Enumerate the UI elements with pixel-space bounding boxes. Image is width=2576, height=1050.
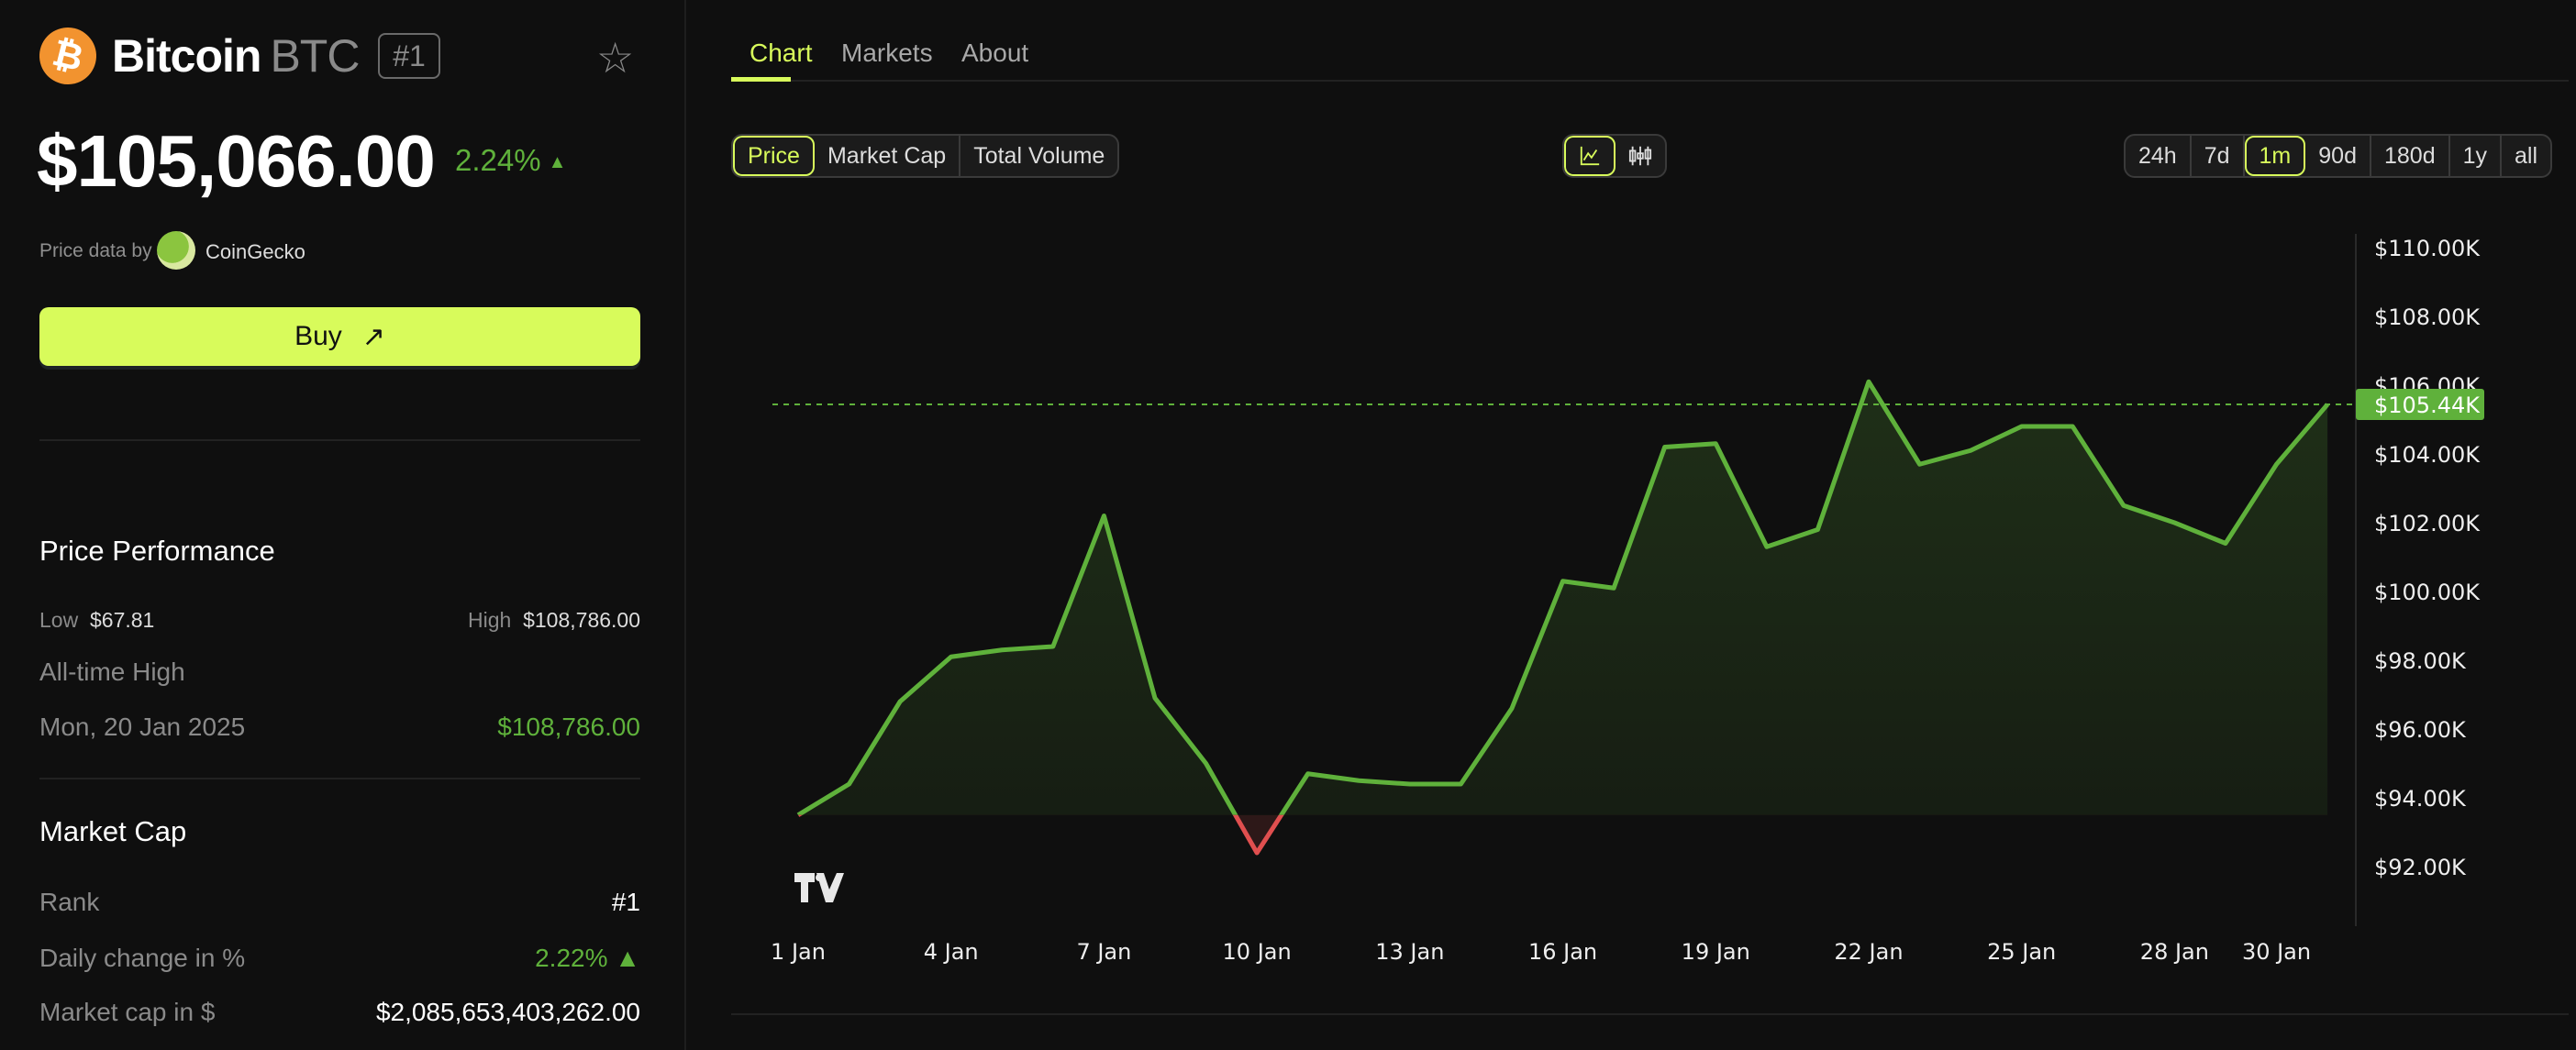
x-tick-label: 4 Jan [924, 939, 979, 965]
area-fill-up [798, 381, 2328, 815]
x-tick-label: 7 Jan [1076, 939, 1131, 965]
tradingview-logo-icon[interactable] [794, 873, 844, 902]
y-tick-label: $92.00K [2374, 855, 2467, 880]
y-tick-label: $110.00K [2374, 236, 2481, 261]
x-tick-label: 25 Jan [1987, 939, 2056, 965]
x-tick-label: 28 Jan [2140, 939, 2209, 965]
x-tick-label: 30 Jan [2242, 939, 2311, 965]
price-chart[interactable]: $92.00K $94.00K $96.00K $98.00K $100.00K $102… [0, 0, 2576, 1050]
y-tick-label: $94.00K [2374, 786, 2467, 812]
last-price-label: $105.44K [2374, 392, 2481, 418]
y-tick-label: $102.00K [2374, 511, 2481, 536]
x-tick-label: 16 Jan [1528, 939, 1597, 965]
x-tick-label: 22 Jan [1834, 939, 1903, 965]
y-tick-label: $100.00K [2374, 580, 2481, 605]
x-tick-label: 13 Jan [1375, 939, 1444, 965]
y-tick-label: $108.00K [2374, 304, 2481, 330]
x-tick-label: 1 Jan [771, 939, 826, 965]
y-tick-label: $98.00K [2374, 648, 2467, 674]
x-tick-label: 10 Jan [1223, 939, 1292, 965]
x-tick-label: 19 Jan [1682, 939, 1750, 965]
y-tick-label: $96.00K [2374, 717, 2467, 743]
y-tick-label: $104.00K [2374, 442, 2481, 468]
